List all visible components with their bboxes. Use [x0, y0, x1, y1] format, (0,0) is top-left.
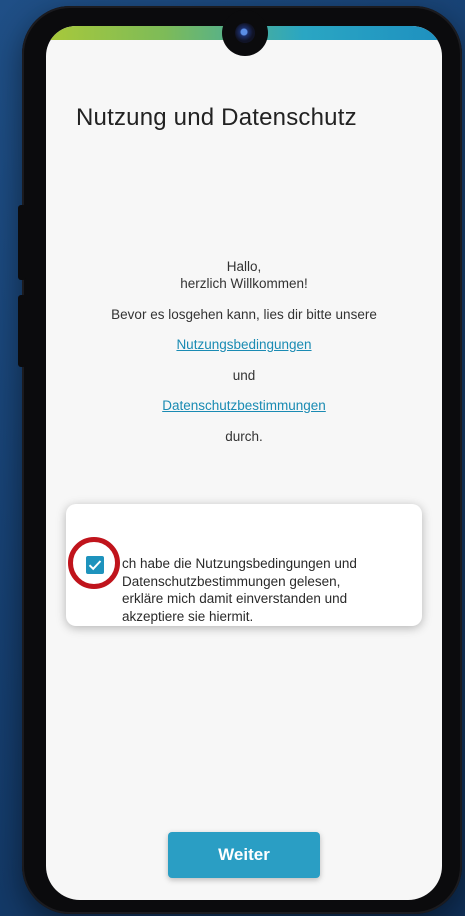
- privacy-link[interactable]: Datenschutzbestimmungen: [162, 398, 326, 413]
- durch-text: durch.: [225, 429, 263, 444]
- consent-line-4: akzeptiere sie hiermit.: [122, 608, 254, 624]
- camera-lens: [235, 23, 255, 43]
- power-button: [18, 295, 26, 367]
- consent-text: ch habe die Nutzungsbedingungen und Date…: [122, 555, 412, 625]
- consent-line-2: Datenschutzbestimmungen gelesen,: [122, 573, 341, 589]
- greeting-line-2: herzlich Willkommen!: [180, 276, 308, 291]
- consent-line-3: erkläre mich damit einverstanden und: [122, 591, 348, 606]
- page-title: Nutzung und Datenschutz: [76, 104, 357, 131]
- terms-link[interactable]: Nutzungsbedingungen: [176, 337, 311, 352]
- instruction-text: Bevor es losgehen kann, lies dir bitte u…: [111, 307, 377, 322]
- continue-button[interactable]: Weiter: [168, 832, 320, 878]
- greeting-line-1: Hallo,: [226, 259, 262, 274]
- camera-icon: [222, 10, 268, 56]
- volume-button: [18, 205, 26, 280]
- app-screen: Nutzung und Datenschutz Hallo, herzlich …: [46, 26, 442, 900]
- intro-text-block: Hallo, herzlich Willkommen! Bevor es los…: [46, 258, 442, 445]
- and-text: und: [232, 368, 256, 383]
- highlight-circle: [68, 537, 120, 589]
- consent-line-1: ch habe die Nutzungsbedingungen und: [122, 556, 357, 571]
